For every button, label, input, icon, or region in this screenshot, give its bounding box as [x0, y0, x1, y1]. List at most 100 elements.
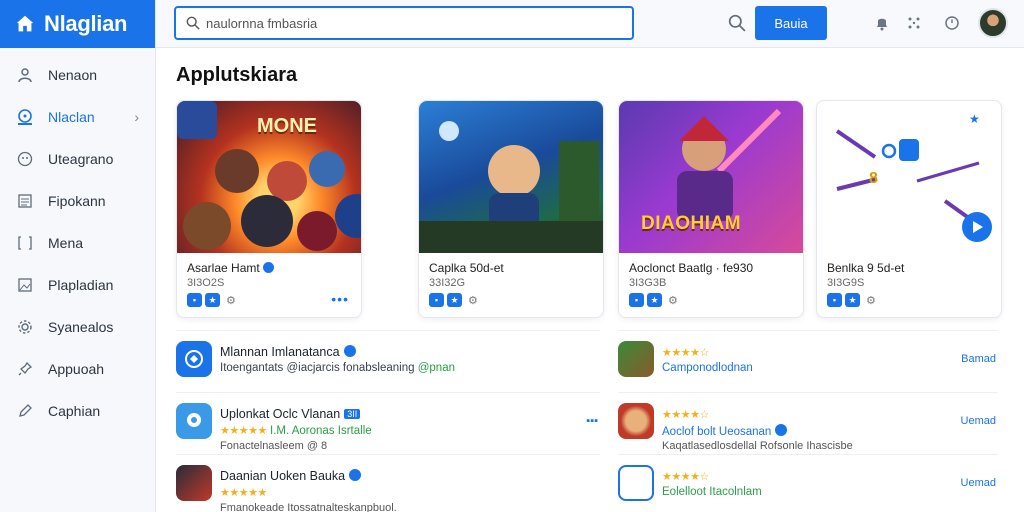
verified-icon: [262, 262, 274, 273]
card-art: 8 ★: [817, 101, 1001, 253]
verified-icon: [775, 424, 788, 436]
list-item[interactable]: Uplonkat Oclc Vlanan 3II ★★★★★ I.M. Aoron…: [176, 392, 600, 454]
sidebar-item-label: Appuoah: [48, 361, 105, 377]
list-item[interactable]: ★★★★☆ Camponodlodnan Bamad: [618, 330, 998, 392]
list-item-title: Eolelloot Itacolnlam: [662, 486, 762, 498]
card-title: Aoclonct Baatlg · fe930: [629, 261, 754, 275]
list-item-title: Uplonkat Oclc Vlanan 3II: [220, 407, 361, 421]
app-brand[interactable]: Nlaglian: [0, 0, 155, 48]
app-card[interactable]: Caplka 50d-et 33I32G ▪ ★ ⚙: [418, 100, 604, 318]
sidebar-item-label: Uteagrano: [48, 151, 114, 167]
search-box[interactable]: [174, 6, 634, 40]
verified-icon: [343, 345, 356, 357]
card-meta: 3I3G9S: [827, 277, 865, 289]
sidebar-item-label: Syanealos: [48, 319, 114, 335]
card-illustration: 8 ★: [835, 112, 992, 242]
list-item-detail: Kaqatlasedlosdellal Rofsonle Ihascisbe: [662, 440, 853, 452]
list-item-rating: ★★★★☆: [662, 347, 709, 359]
install-link[interactable]: Bamad: [961, 353, 996, 365]
card-art: [419, 101, 603, 253]
list-item-title: Aoclof bolt Ueosanan: [662, 424, 788, 438]
grid-icon[interactable]: [904, 13, 924, 33]
face-icon: [16, 150, 34, 168]
sidebar-item-label: Plapladian: [48, 277, 114, 293]
app-icon: [176, 465, 212, 501]
app-card[interactable]: DIAOHIAM Aoclonct Baatlg · fe930 3I3G3B …: [618, 100, 804, 318]
card-badges: ▪ ★ ⚙: [429, 293, 478, 307]
list-item[interactable]: ★★★★☆ Eolelloot Itacolnlam Uemad: [618, 454, 998, 512]
app-card[interactable]: MONE Asarlae Hamt 3I3O2S ▪ ★ ⚙ •••: [176, 100, 362, 318]
list-item-title: Camponodlodnan: [662, 362, 753, 374]
list-icon: [16, 192, 34, 210]
bracket-icon: [16, 234, 34, 252]
card-title: Caplka 50d-et: [429, 261, 504, 275]
list-item-rating: ★★★★☆: [662, 471, 709, 483]
install-link[interactable]: Uemad: [961, 415, 996, 427]
list-item-subtitle: ★★★★★ I.M. Aoronas Isrtalle: [220, 425, 372, 437]
card-title: Benlka 9 5d-et: [827, 261, 905, 275]
search-input[interactable]: [206, 15, 606, 31]
sidebar-item-2[interactable]: Uteagrano: [0, 138, 155, 180]
user-icon: [16, 66, 34, 84]
rating-stars: ★★★★★: [220, 425, 267, 437]
sidebar-nav: Nenaon Nlaclan › Uteagrano Fipokann Mena…: [0, 48, 155, 432]
list-item[interactable]: Mlannan Imlanatanca Itoengantats @iacjar…: [176, 330, 600, 392]
list-item-title: Daanian Uoken Bauka: [220, 469, 362, 483]
shield-icon: ▪: [827, 293, 842, 307]
sidebar-item-8[interactable]: Caphian: [0, 390, 155, 432]
sidebar-item-6[interactable]: Syanealos: [0, 306, 155, 348]
list-item[interactable]: ★★★★☆ Aoclof bolt Ueosanan Kaqatlasedlos…: [618, 392, 998, 454]
sidebar-item-7[interactable]: Appuoah: [0, 348, 155, 390]
pin-icon: [16, 360, 34, 378]
shield-icon: ▪: [429, 293, 444, 307]
install-link[interactable]: Uemad: [961, 477, 996, 489]
card-meta: 3I3O2S: [187, 277, 225, 289]
smile-icon: [16, 108, 34, 126]
gear-icon: ⚙: [668, 294, 678, 307]
sidebar-item-5[interactable]: Plapladian: [0, 264, 155, 306]
svg-text:8: 8: [869, 170, 878, 187]
sidebar-item-label: Mena: [48, 235, 84, 251]
main-content: Applutskiara MONE Asarlae Hamt 3I3O2S ▪ …: [156, 48, 1024, 512]
sidebar-item-1[interactable]: Nlaclan ›: [0, 96, 155, 138]
list-item-subtitle: ★★★★★: [220, 486, 267, 499]
home-icon: [16, 15, 34, 32]
gear-icon: ⚙: [226, 294, 236, 307]
search-icon[interactable]: [728, 14, 746, 32]
primary-button[interactable]: Bauia: [755, 6, 827, 40]
sidebar-item-label: Caphian: [48, 403, 101, 419]
sidebar-item-3[interactable]: Fipokann: [0, 180, 155, 222]
card-badges: ▪ ★ ⚙: [629, 293, 678, 307]
sidebar-item-label: Nlaclan: [48, 109, 95, 125]
section-title: Applutskiara: [176, 64, 298, 86]
chevron-right-icon: ›: [134, 109, 139, 125]
app-icon: [618, 465, 654, 501]
sidebar-item-0[interactable]: Nenaon: [0, 54, 155, 96]
clock-icon[interactable]: [942, 13, 962, 33]
card-art: DIAOHIAM: [619, 101, 803, 253]
list-item-title: Mlannan Imlanatanca: [220, 345, 356, 359]
gear-icon: ⚙: [468, 294, 478, 307]
star-badge-icon: ★: [205, 293, 220, 307]
card-meta: 3I3G3B: [629, 277, 667, 289]
top-bar: Bauia: [156, 0, 1024, 48]
more-icon[interactable]: •••: [331, 291, 349, 307]
app-title: Nlaglian: [44, 11, 128, 36]
app-list-left: Mlannan Imlanatanca Itoengantats @iacjar…: [176, 330, 600, 512]
app-icon: [618, 341, 654, 377]
list-item-detail: Fonactelnasleem @ 8: [220, 440, 328, 452]
more-icon[interactable]: ▪▪▪: [586, 415, 598, 427]
bell-icon[interactable]: [872, 13, 892, 33]
gear-icon: [16, 318, 34, 336]
svg-text:★: ★: [969, 112, 980, 126]
shield-icon: ▪: [187, 293, 202, 307]
sidebar-item-4[interactable]: Mena: [0, 222, 155, 264]
sidebar-item-label: Nenaon: [48, 67, 98, 83]
app-card[interactable]: 8 ★ Benlka 9 5d-et 3I3G9S ▪ ★ ⚙: [816, 100, 1002, 318]
avatar[interactable]: [978, 8, 1008, 38]
list-item[interactable]: Daanian Uoken Bauka ★★★★★ Fmanokeade Ito…: [176, 454, 600, 512]
app-list-right: ★★★★☆ Camponodlodnan Bamad ★★★★☆ Aoclof …: [618, 330, 998, 512]
list-item-subtitle: Itoengantats @iacjarcis fonabsleaning @p…: [220, 362, 455, 374]
app-icon: [176, 341, 212, 377]
star-badge-icon: ★: [647, 293, 662, 307]
